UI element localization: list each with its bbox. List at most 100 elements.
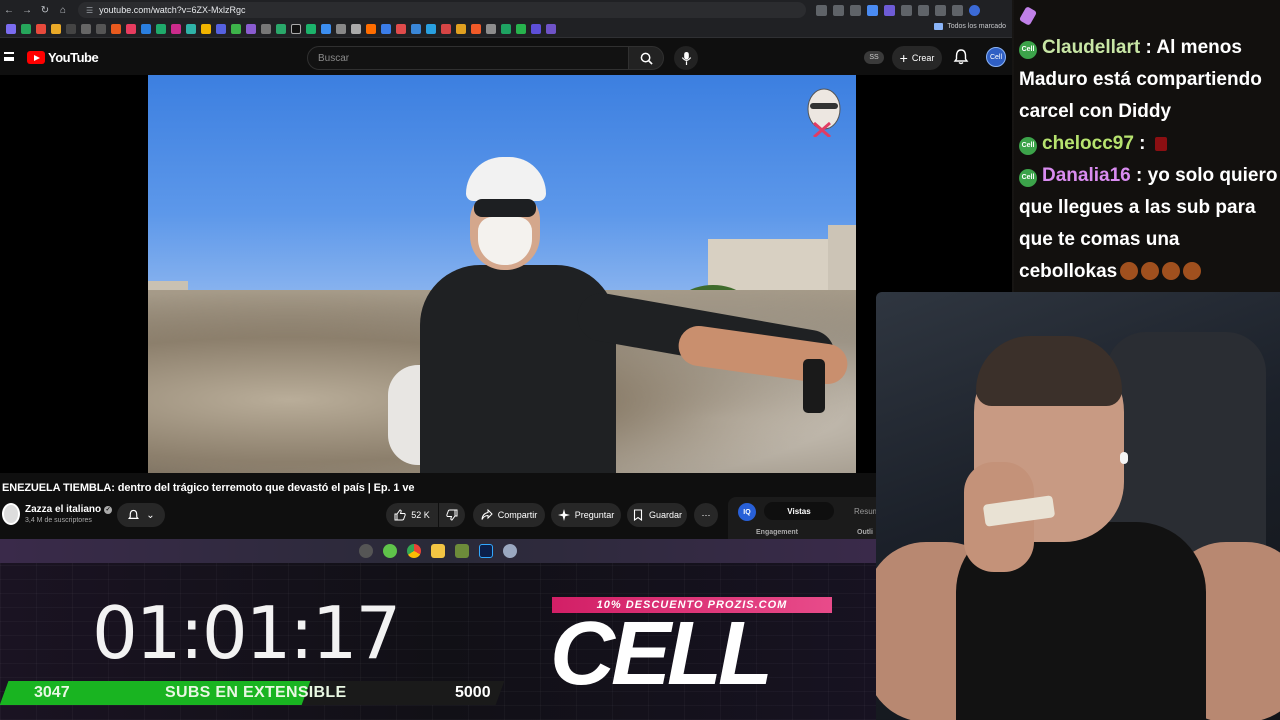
bookmark-icon[interactable] xyxy=(486,23,496,34)
taskbar-app-icon[interactable] xyxy=(383,544,397,558)
create-button[interactable]: + Crear xyxy=(892,46,942,70)
stream-timer: 01:01:17 xyxy=(92,591,401,675)
bookmark-icon[interactable] xyxy=(276,23,286,34)
bookmark-icon[interactable] xyxy=(411,23,421,34)
channel-avatar[interactable] xyxy=(2,503,20,525)
iq-badge[interactable]: IQ xyxy=(738,503,756,521)
bookmark-icon[interactable] xyxy=(186,23,196,34)
bookmark-icon[interactable] xyxy=(201,23,211,34)
zoom-icon[interactable] xyxy=(816,4,827,16)
site-info-icon[interactable]: ☰ xyxy=(86,6,93,15)
download-icon[interactable] xyxy=(935,4,946,16)
tab-vistas[interactable]: Vistas xyxy=(764,502,834,520)
bookmark-icon[interactable] xyxy=(501,23,511,34)
dislike-icon xyxy=(446,509,458,521)
home-icon[interactable]: ⌂ xyxy=(54,0,72,20)
search-input[interactable]: Buscar xyxy=(307,46,629,70)
emote-icon xyxy=(1141,262,1160,280)
channel-watermark-icon[interactable] xyxy=(804,85,844,137)
bookmark-icon[interactable] xyxy=(381,23,391,34)
voice-search-button[interactable] xyxy=(674,46,698,70)
ask-button[interactable]: Preguntar xyxy=(551,503,621,527)
chat-panel: Cell Claudellart : Al menos Maduro está c… xyxy=(1012,0,1280,292)
profile-icon[interactable] xyxy=(969,4,980,16)
extension-icon[interactable] xyxy=(884,4,895,16)
bookmark-icon[interactable] xyxy=(471,23,481,34)
extension-icon[interactable] xyxy=(867,4,878,16)
bookmark-icon[interactable] xyxy=(96,23,106,34)
forward-icon[interactable]: → xyxy=(18,0,36,20)
like-button[interactable]: 52 K xyxy=(386,503,438,527)
taskbar-app-icon[interactable] xyxy=(455,544,469,558)
bookmark-icon[interactable] xyxy=(36,23,46,34)
bookmark-icon[interactable] xyxy=(156,23,166,34)
save-button[interactable]: Guardar xyxy=(627,503,687,527)
bookmark-icon[interactable] xyxy=(51,23,61,34)
bookmark-icon[interactable] xyxy=(141,23,151,34)
bookmark-icon[interactable] xyxy=(6,23,16,34)
youtube-play-icon xyxy=(27,51,45,64)
chat-message: Cell chelocc97 : xyxy=(1019,128,1280,160)
menu-icon[interactable] xyxy=(4,52,14,61)
bookmark-icon[interactable] xyxy=(111,23,121,34)
extension-icon[interactable] xyxy=(901,4,912,16)
cast-icon[interactable] xyxy=(833,4,844,16)
menu-icon[interactable] xyxy=(952,4,963,16)
bookmark-icon[interactable] xyxy=(261,23,271,34)
photoshop-icon[interactable] xyxy=(479,544,493,558)
subscription-bell-button[interactable]: ⌄ xyxy=(117,503,165,527)
youtube-logo[interactable]: YouTube xyxy=(27,50,99,65)
bookmark-icon[interactable] xyxy=(216,23,226,34)
channel-name-row[interactable]: Zazza el italiano ✓ xyxy=(25,504,113,515)
bookmark-icon[interactable] xyxy=(336,23,346,34)
channel-name[interactable]: Zazza el italiano xyxy=(25,504,101,515)
bookmark-icon[interactable] xyxy=(441,23,451,34)
account-avatar[interactable]: Cell xyxy=(986,47,1006,67)
bookmark-icon[interactable] xyxy=(456,23,466,34)
save-label: Guardar xyxy=(648,510,683,520)
search-button[interactable] xyxy=(628,46,664,70)
bookmark-icon[interactable] xyxy=(366,23,376,34)
bookmark-icon[interactable] xyxy=(426,23,436,34)
mask-shape xyxy=(478,217,532,265)
torso-shape xyxy=(420,265,616,473)
bookmark-icon[interactable] xyxy=(531,23,541,34)
chevron-down-icon: ⌄ xyxy=(146,509,155,521)
bookmark-icon[interactable] xyxy=(231,23,241,34)
folder-icon[interactable] xyxy=(431,544,445,558)
bookmark-icon[interactable] xyxy=(171,23,181,34)
star-icon[interactable] xyxy=(850,4,861,16)
stream-screen: ← → ↻ ⌂ ☰ youtube.com/watch?v=6ZX-MxlzRg… xyxy=(0,0,1280,720)
bookmark-icon[interactable] xyxy=(126,23,136,34)
back-icon[interactable]: ← xyxy=(0,0,18,20)
bell-icon[interactable] xyxy=(952,48,970,66)
browser-window: ← → ↻ ⌂ ☰ youtube.com/watch?v=6ZX-MxlzRg… xyxy=(0,0,1012,560)
bookmark-icon[interactable] xyxy=(21,23,31,34)
more-button[interactable]: ⋯ xyxy=(694,503,718,527)
extension-icon[interactable] xyxy=(918,4,929,16)
bookmark-icon[interactable] xyxy=(291,23,301,34)
taskbar-app-icon[interactable] xyxy=(503,544,517,558)
watch-shape xyxy=(803,359,825,413)
bookmark-icon[interactable] xyxy=(516,23,526,34)
chrome-icon[interactable] xyxy=(407,544,421,558)
taskbar-app-icon[interactable] xyxy=(359,544,373,558)
dislike-button[interactable] xyxy=(439,503,465,527)
address-bar[interactable]: ☰ youtube.com/watch?v=6ZX-MxlzRgc xyxy=(78,2,806,18)
sparkle-icon xyxy=(557,509,570,521)
bookmark-icon[interactable] xyxy=(546,23,556,34)
reload-icon[interactable]: ↻ xyxy=(36,0,54,20)
outliers-heading: Outli xyxy=(857,529,873,536)
video-player[interactable] xyxy=(148,75,856,473)
bookmark-icon[interactable] xyxy=(81,23,91,34)
video-player-area[interactable] xyxy=(0,75,1012,473)
bookmark-icon[interactable] xyxy=(66,23,76,34)
bookmark-icon[interactable] xyxy=(396,23,406,34)
bookmark-icon[interactable] xyxy=(246,23,256,34)
bookmark-icon[interactable] xyxy=(321,23,331,34)
bookmark-icon[interactable] xyxy=(306,23,316,34)
all-bookmarks-folder[interactable]: Todos los marcado xyxy=(934,23,1006,30)
bookmark-icon[interactable] xyxy=(351,23,361,34)
share-button[interactable]: Compartir xyxy=(473,503,545,527)
ss-badge[interactable]: SS xyxy=(864,51,884,64)
